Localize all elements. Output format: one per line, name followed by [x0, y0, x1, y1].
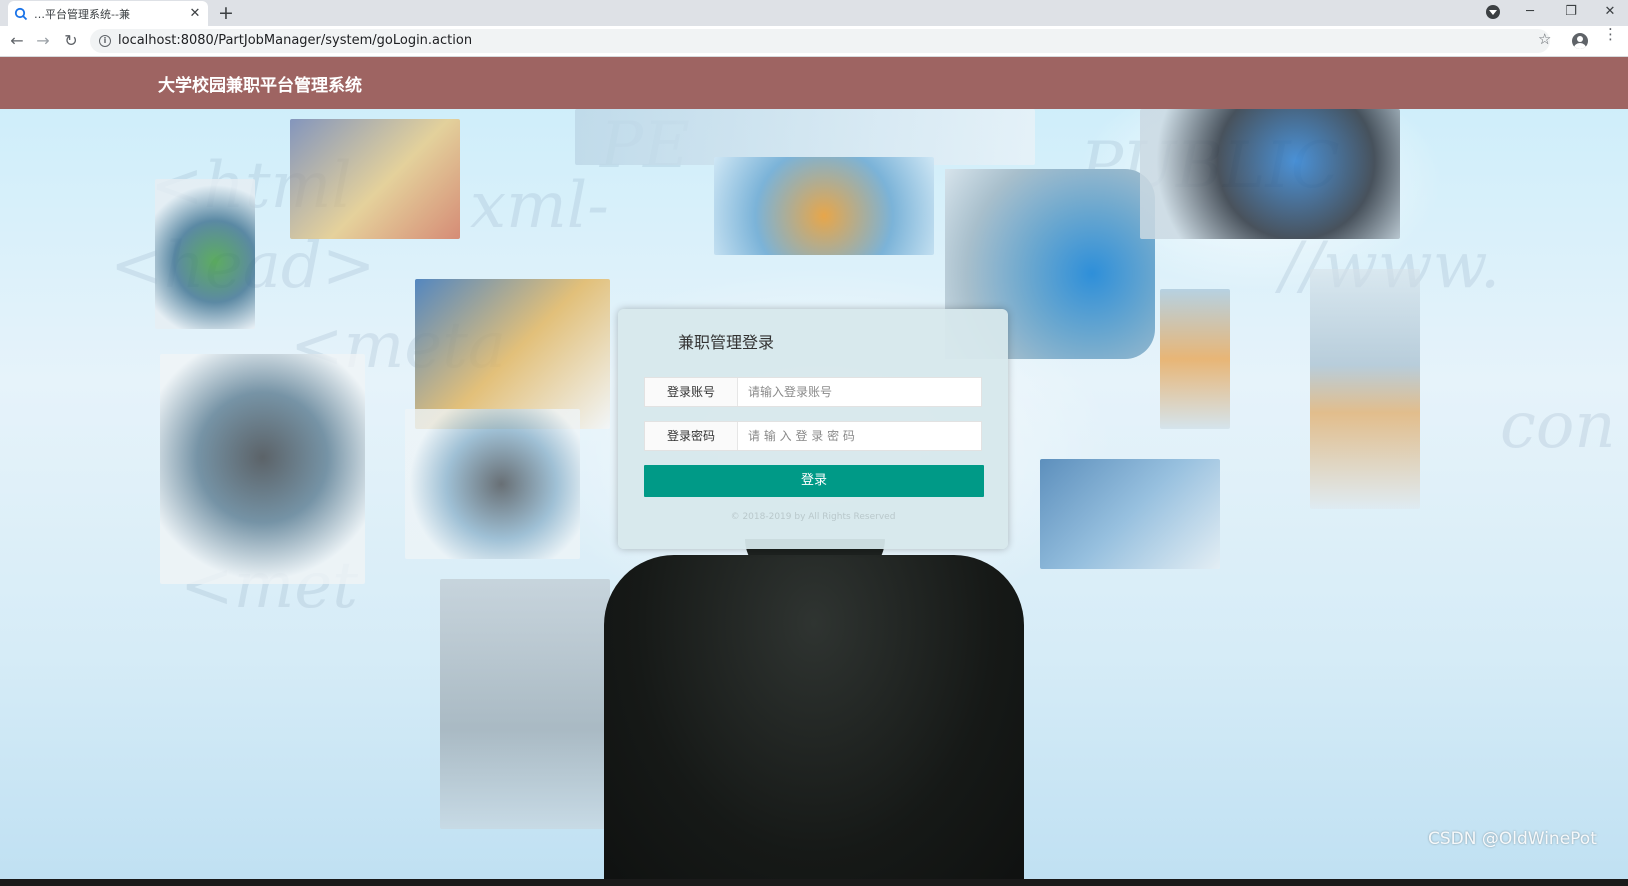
background-code-text: con: [1500, 389, 1616, 463]
tab-close-icon[interactable]: ✕: [188, 6, 202, 21]
search-favicon-icon: [14, 7, 28, 20]
page: 大学校园兼职平台管理系统 <html xml- <head> PE PUBLIC…: [0, 57, 1628, 886]
password-row: 登录密码: [644, 421, 982, 451]
app-header: 大学校园兼职平台管理系统: [0, 57, 1628, 109]
background-photo: [160, 354, 365, 584]
forward-arrow-icon[interactable]: →: [32, 30, 54, 52]
account-icon[interactable]: [1572, 33, 1588, 49]
login-panel: 兼职管理登录 登录账号 登录密码 登录 © 2018-2019 by All R…: [618, 309, 1008, 549]
account-label: 登录账号: [645, 378, 738, 406]
background-photo: [440, 579, 610, 829]
url-text[interactable]: localhost:8080/PartJobManager/system/goL…: [118, 33, 472, 48]
background-photo: [290, 119, 460, 239]
figure-silhouette: [604, 555, 1024, 886]
password-input[interactable]: [738, 422, 981, 450]
background-photo: [155, 179, 255, 329]
app-title: 大学校园兼职平台管理系统: [158, 76, 362, 96]
background-photo: [1160, 289, 1230, 429]
background-code-text: xml-: [470, 169, 609, 243]
back-arrow-icon[interactable]: ←: [6, 30, 28, 52]
bottom-bar: [0, 879, 1628, 886]
watermark-text: CSDN @OldWinePot: [1428, 829, 1597, 849]
account-row: 登录账号: [644, 377, 982, 407]
background-photo: [405, 409, 580, 559]
background-photo: [1310, 269, 1420, 509]
browser-tab[interactable]: …平台管理系统--兼 ✕: [8, 1, 208, 26]
browser-tabstrip: …平台管理系统--兼 ✕ + ─ ❐ ✕: [0, 0, 1628, 26]
reload-icon[interactable]: ↻: [60, 30, 82, 52]
restore-window-button[interactable]: ❐: [1553, 0, 1589, 26]
background-photo: [714, 157, 934, 255]
background-photo: [1140, 109, 1400, 239]
site-info-icon[interactable]: i: [99, 35, 111, 47]
bookmark-star-icon[interactable]: ☆: [1538, 30, 1551, 48]
new-tab-button[interactable]: +: [218, 1, 234, 25]
minimize-window-button[interactable]: ─: [1512, 0, 1548, 26]
password-label: 登录密码: [645, 422, 738, 450]
hero-background: <html xml- <head> PE PUBLIC //www. <meta…: [0, 109, 1628, 886]
login-heading: 兼职管理登录: [678, 333, 775, 352]
tab-title: …平台管理系统--兼: [34, 7, 130, 21]
address-bar[interactable]: i localhost:8080/PartJobManager/system/g…: [90, 29, 1550, 53]
background-photo: [415, 279, 610, 429]
background-photo: [1040, 459, 1220, 569]
copyright-text: © 2018-2019 by All Rights Reserved: [730, 512, 896, 522]
close-window-button[interactable]: ✕: [1592, 0, 1628, 26]
account-input[interactable]: [738, 378, 981, 406]
tab-search-dropdown-icon[interactable]: [1486, 5, 1500, 19]
login-button[interactable]: 登录: [644, 465, 984, 497]
browser-menu-icon[interactable]: ⋮: [1603, 27, 1618, 42]
browser-toolbar: ← → ↻ i localhost:8080/PartJobManager/sy…: [0, 26, 1628, 57]
